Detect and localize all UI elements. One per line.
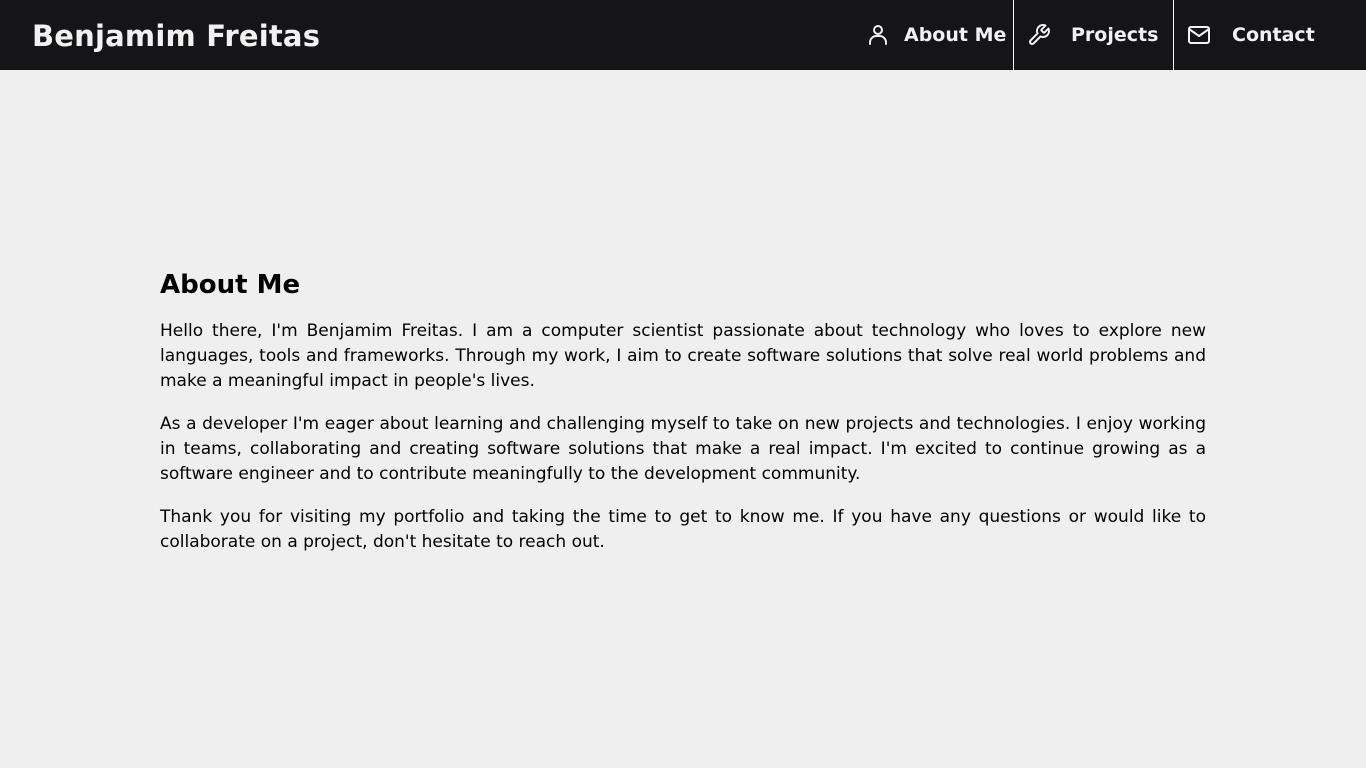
site-title[interactable]: Benjamim Freitas <box>32 0 320 70</box>
about-paragraph-1: Hello there, I'm Benjamim Freitas. I am … <box>160 321 1206 391</box>
nav-about-me[interactable]: About Me <box>856 0 1013 70</box>
wrench-icon <box>1027 23 1051 47</box>
about-paragraph-3: Thank you for visiting my portfolio and … <box>160 507 1206 552</box>
about-heading: About Me <box>160 270 301 300</box>
nav-contact[interactable]: Contact <box>1173 0 1323 70</box>
about-paragraph-2: As a developer I'm eager about learning … <box>160 414 1206 484</box>
nav-projects[interactable]: Projects <box>1013 0 1173 70</box>
about-section: About Me Hello there, I'm Benjamim Freit… <box>160 268 1206 573</box>
mail-icon <box>1187 23 1211 47</box>
nav-projects-label: Projects <box>1071 24 1159 46</box>
top-navigation-bar: Benjamim Freitas About Me Projects Conta… <box>0 0 1366 70</box>
user-icon <box>866 23 890 47</box>
nav-contact-label: Contact <box>1232 24 1315 46</box>
nav-about-me-label: About Me <box>904 24 1007 46</box>
